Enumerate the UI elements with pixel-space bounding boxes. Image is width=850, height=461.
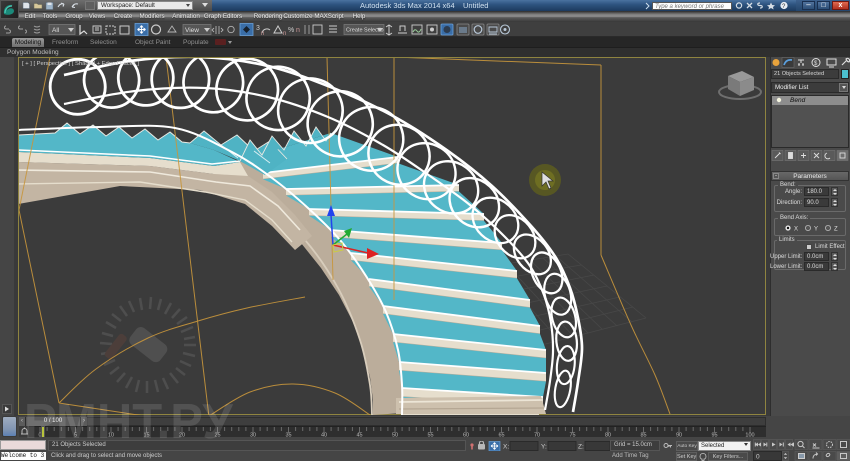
svg-text:Z: Z <box>834 227 838 233</box>
svg-text:Y: Y <box>814 227 818 233</box>
svg-text:[ + ] [ Perspective ] [ Shaded: [ + ] [ Perspective ] [ Shaded + Edged F… <box>22 61 139 67</box>
svg-text:X: X <box>794 227 798 233</box>
svg-text:X:: X: <box>503 444 509 451</box>
svg-text:Y:: Y: <box>541 444 547 451</box>
svg-text:Z:: Z: <box>578 444 584 451</box>
svg-text:0: 0 <box>756 454 760 461</box>
